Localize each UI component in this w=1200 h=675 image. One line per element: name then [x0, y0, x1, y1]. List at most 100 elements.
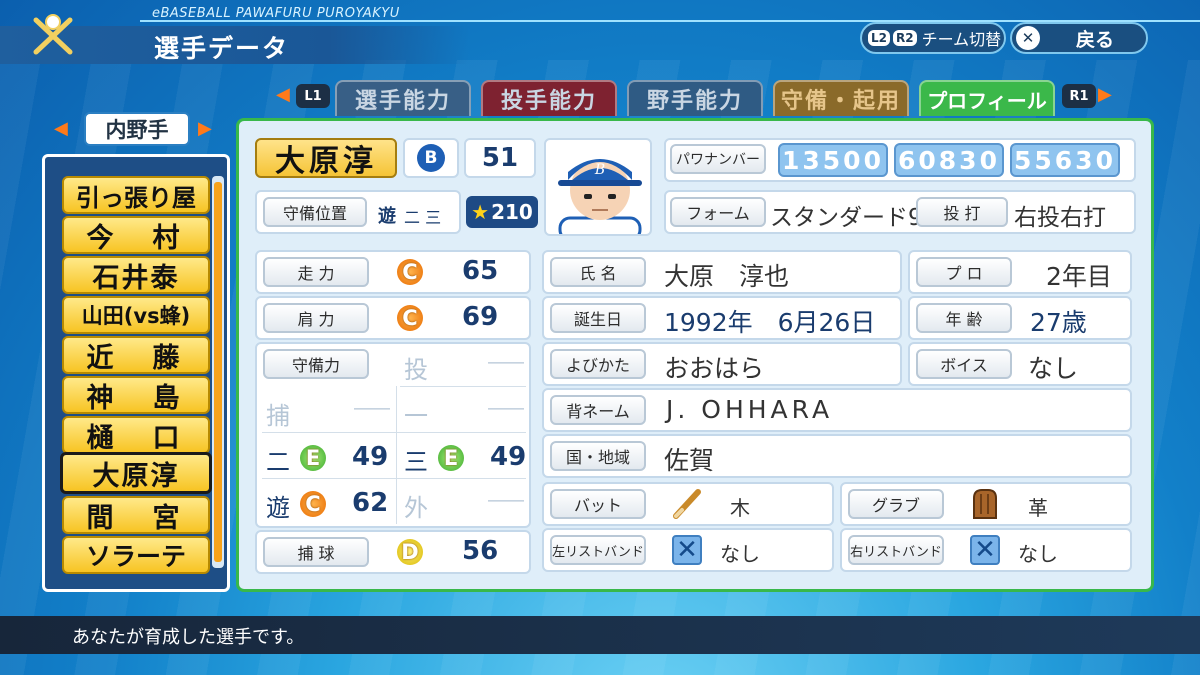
position-left-arrow-icon[interactable]: ◀ [54, 118, 68, 139]
region-label: 国・地域 [550, 441, 646, 471]
list-item-selected[interactable]: 大原淳 [60, 452, 212, 494]
tab-pitcher-ability[interactable]: 投手能力 [481, 80, 617, 116]
star-rating-badge: ★ 210 [466, 196, 538, 228]
uniform-number: 51 [481, 143, 519, 173]
tab-profile[interactable]: プロフィール [919, 80, 1055, 116]
uniform-number-box: 51 [464, 138, 536, 178]
list-item[interactable]: 神 島 [62, 376, 210, 414]
defense-2b-label: 二 [266, 448, 290, 476]
age-label: 年 齢 [916, 303, 1012, 333]
right-wristband-value: なし [1018, 542, 1058, 566]
pawa-number-2: 60830 [894, 143, 1004, 177]
position-right-arrow-icon[interactable]: ▶ [198, 118, 212, 139]
list-item[interactable]: 樋 口 [62, 416, 210, 454]
arm-grade: C [397, 305, 423, 331]
list-item[interactable]: 間 宮 [62, 496, 210, 534]
defense-p-value: ―― [488, 352, 524, 373]
right-wristband-label: 右リストバンド [848, 535, 944, 565]
defense-of-value: ―― [488, 490, 524, 511]
position-value: 遊 [378, 206, 396, 227]
list-item[interactable]: 今 村 [62, 216, 210, 254]
arm-value: 69 [462, 302, 499, 332]
tab-left-arrow-icon[interactable]: ◀ [276, 84, 290, 105]
defense-c-label: 捕 [266, 402, 290, 430]
list-scrollbar-thumb[interactable] [214, 182, 222, 562]
pro-value: 2年目 [1046, 262, 1112, 291]
bat-label: バット [550, 489, 646, 519]
voice-label: ボイス [916, 349, 1012, 379]
back-name-value: J. OHHARA [666, 395, 834, 424]
left-wristband-label: 左リストバンド [550, 535, 646, 565]
tab-fielder-ability[interactable]: 野手能力 [627, 80, 763, 116]
speed-value: 65 [462, 256, 499, 286]
r2-badge: R2 [893, 30, 917, 46]
team-logo: B [403, 138, 459, 178]
yomi-label: よびかた [550, 349, 646, 379]
defense-3b-value: 49 [490, 442, 527, 472]
back-name-label: 背ネーム [550, 395, 646, 425]
list-item[interactable]: 山田(vs蜂) [62, 296, 210, 334]
defense-of-label: 外 [404, 494, 428, 522]
age-value: 27歳 [1030, 308, 1087, 337]
none-cross-icon: ✕ [672, 535, 702, 565]
divider [262, 478, 526, 479]
player-avatar-box: B [544, 138, 652, 236]
position-label: 守備位置 [263, 197, 367, 227]
catch-value: 56 [462, 536, 499, 566]
star-icon: ★ [471, 200, 490, 224]
team-logo-icon: B [417, 144, 445, 172]
pawa-number-1: 13500 [778, 143, 888, 177]
defense-ss-label: 遊 [266, 494, 290, 522]
form-label: フォーム [670, 197, 766, 227]
fullname-value: 大原 淳也 [664, 262, 790, 291]
l1-badge: L1 [296, 84, 330, 108]
back-button[interactable]: ✕ 戻る [1010, 22, 1148, 54]
tab-defense-usage[interactable]: 守備・起用 [773, 80, 909, 116]
position-sub: 二 三 [404, 208, 442, 227]
message-text: あなたが育成した選手です。 [72, 627, 305, 648]
divider [396, 386, 397, 524]
pro-label: プ ロ [916, 257, 1012, 287]
fullname-label: 氏 名 [550, 257, 646, 287]
throw-bat-label: 投 打 [916, 197, 1008, 227]
pawa-number-label: パワナンバー [670, 144, 766, 174]
star-rating-value: 210 [491, 200, 533, 224]
speed-grade: C [397, 259, 423, 285]
team-switch-label: チーム切替 [921, 30, 1002, 49]
list-item[interactable]: 石井泰 [62, 256, 210, 294]
defense-1b-label: 一 [404, 402, 428, 430]
divider [400, 386, 526, 387]
position-filter[interactable]: 内野手 [84, 112, 190, 146]
back-label: 戻る [1076, 28, 1115, 51]
defense-2b-value: 49 [352, 442, 389, 472]
page-title: 選手データ [154, 34, 290, 63]
defense-label: 守備力 [263, 349, 369, 379]
defense-p-label: 投 [404, 356, 428, 384]
defense-ss-value: 62 [352, 488, 389, 518]
arm-label: 肩 力 [263, 303, 369, 333]
list-item[interactable]: 引っ張り屋 [62, 176, 210, 214]
defense-c-value: ―― [354, 398, 390, 419]
tab-right-arrow-icon[interactable]: ▶ [1098, 84, 1112, 105]
brand-text: eBASEBALL PAWAFURU PUROYAKYU [152, 6, 400, 21]
glove-label: グラブ [848, 489, 944, 519]
defense-ss-grade: C [300, 491, 326, 517]
birthday-label: 誕生日 [550, 303, 646, 333]
catch-label: 捕 球 [263, 537, 369, 567]
pawa-number-3: 55630 [1010, 143, 1120, 177]
bat-value: 木 [730, 496, 750, 520]
team-switch-button[interactable]: L2 R2 チーム切替 [860, 22, 1006, 54]
list-item[interactable]: 近 藤 [62, 336, 210, 374]
defense-1b-value: ―― [488, 398, 524, 419]
list-item[interactable]: ソラーテ [62, 536, 210, 574]
bat-icon [673, 489, 701, 519]
birthday-value: 1992年 6月26日 [664, 308, 876, 337]
tab-player-ability[interactable]: 選手能力 [335, 80, 471, 116]
region-value: 佐賀 [664, 446, 715, 475]
r1-badge: R1 [1062, 84, 1096, 108]
speed-label: 走 力 [263, 257, 369, 287]
player-name: 大原淳 [255, 138, 397, 179]
glove-value: 革 [1028, 496, 1048, 520]
glove-icon [973, 489, 997, 519]
svg-text:B: B [594, 162, 605, 178]
